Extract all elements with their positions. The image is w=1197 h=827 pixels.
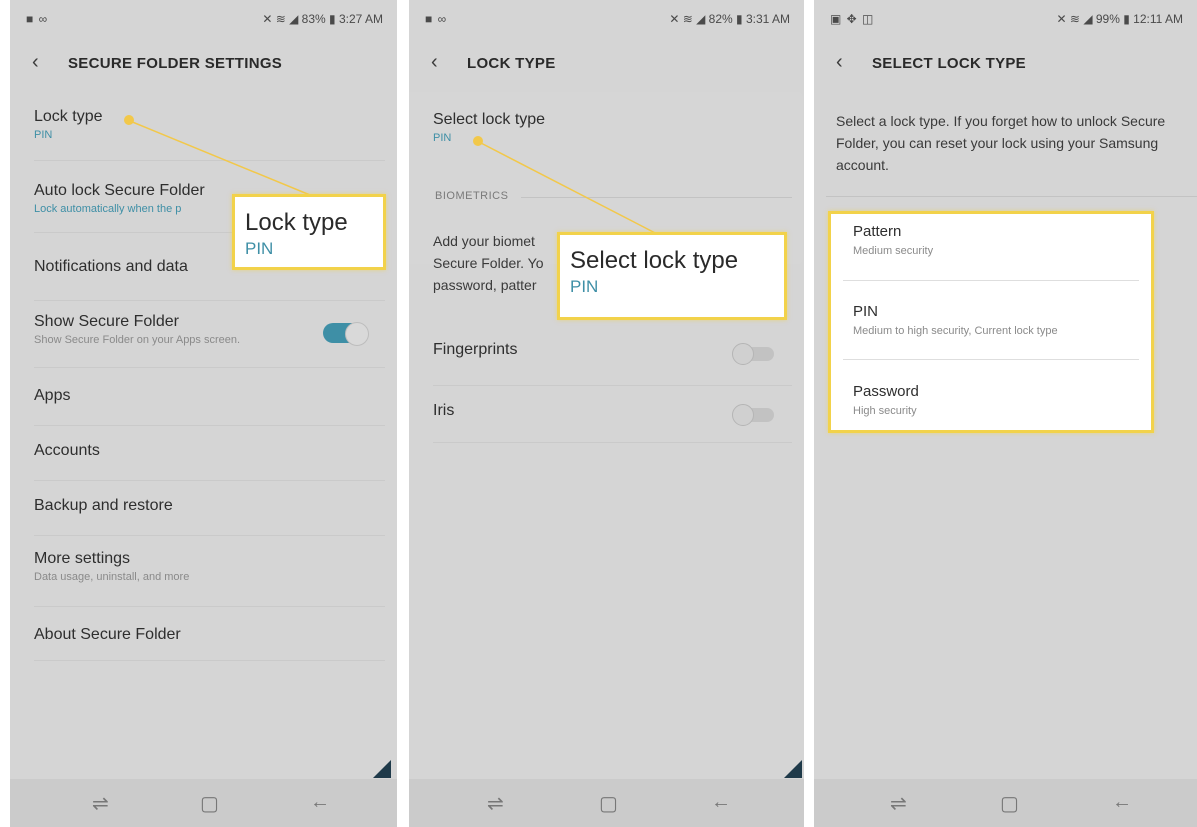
more-settings-sub: Data usage, uninstall, and more: [34, 571, 190, 583]
callout-value: PIN: [245, 239, 274, 258]
nav-bar: ⇌ ▢ ←: [409, 779, 804, 827]
home-icon[interactable]: ▢: [200, 791, 219, 816]
callout-title: Select lock type: [570, 247, 739, 274]
secure-folder-settings-screen: ■ ∞ ✕ ≋ ◢ 83% ▮ 3:27 AM ‹ SECURE FOLDER …: [10, 0, 397, 827]
status-notification-icons: ▣ ✥ ◫: [830, 12, 875, 26]
page-title: SELECT LOCK TYPE: [872, 55, 1026, 72]
more-settings-label: More settings: [34, 550, 131, 567]
highlight-dot: [124, 115, 134, 125]
option-password-sub: High security: [853, 405, 917, 417]
iris-item[interactable]: Iris: [433, 402, 792, 443]
corner-key-icon: [784, 760, 802, 778]
option-password[interactable]: Password High security: [853, 383, 1139, 417]
home-icon[interactable]: ▢: [1000, 791, 1019, 816]
app-bar: ‹ SELECT LOCK TYPE: [814, 44, 1197, 84]
select-lock-type-screen: ▣ ✥ ◫ ✕ ≋ ◢ 99% ▮ 12:11 AM ‹ SELECT LOCK…: [814, 0, 1197, 827]
show-secure-folder-toggle[interactable]: [323, 322, 369, 346]
lock-options-highlight: Pattern Medium security PIN Medium to hi…: [828, 211, 1154, 433]
backup-restore-item[interactable]: Backup and restore: [34, 497, 385, 536]
option-password-label: Password: [853, 383, 919, 400]
option-pin-label: PIN: [853, 303, 879, 320]
lock-type-description: Select a lock type. If you forget how to…: [836, 113, 1166, 173]
backup-restore-label: Backup and restore: [34, 497, 173, 514]
about-label: About Secure Folder: [34, 626, 181, 643]
lock-type-screen: ■ ∞ ✕ ≋ ◢ 82% ▮ 3:31 AM ‹ LOCK TYPE Sele…: [409, 0, 804, 827]
callout-value: PIN: [570, 277, 599, 296]
select-lock-type-callout: Select lock type PIN: [557, 232, 787, 320]
accounts-label: Accounts: [34, 442, 100, 459]
back-icon[interactable]: ‹: [836, 52, 843, 72]
highlight-dot: [473, 136, 483, 146]
recents-icon[interactable]: ⇌: [92, 791, 109, 816]
show-secure-folder-item[interactable]: Show Secure Folder Show Secure Folder on…: [34, 313, 385, 368]
option-pattern-sub: Medium security: [853, 245, 934, 257]
option-pin[interactable]: PIN Medium to high security, Current loc…: [853, 303, 1139, 337]
apps-label: Apps: [34, 387, 71, 404]
nav-bar: ⇌ ▢ ←: [10, 779, 397, 827]
about-item[interactable]: About Secure Folder: [34, 626, 385, 661]
option-pin-sub: Medium to high security, Current lock ty…: [853, 325, 1058, 337]
fingerprints-item[interactable]: Fingerprints: [433, 341, 792, 386]
description-divider: [826, 196, 1197, 197]
more-settings-item[interactable]: More settings Data usage, uninstall, and…: [34, 550, 385, 607]
lock-type-callout: Lock type PIN: [232, 194, 386, 270]
home-icon[interactable]: ▢: [599, 791, 618, 816]
nav-bar: ⇌ ▢ ←: [814, 779, 1197, 827]
nav-back-icon[interactable]: ←: [1112, 791, 1132, 814]
nav-back-icon[interactable]: ←: [711, 791, 731, 814]
callout-title: Lock type: [245, 209, 348, 236]
iris-toggle[interactable]: [732, 404, 774, 426]
accounts-item[interactable]: Accounts: [34, 442, 385, 481]
option-pattern[interactable]: Pattern Medium security: [853, 223, 1139, 257]
fingerprints-toggle[interactable]: [732, 343, 774, 365]
apps-item[interactable]: Apps: [34, 387, 385, 426]
corner-key-icon: [373, 760, 391, 778]
option-divider: [843, 359, 1139, 360]
recents-icon[interactable]: ⇌: [890, 791, 907, 816]
option-divider: [843, 280, 1139, 281]
status-system-info: ✕ ≋ ◢ 99% ▮ 12:11 AM: [1056, 12, 1183, 26]
recents-icon[interactable]: ⇌: [487, 791, 504, 816]
nav-back-icon[interactable]: ←: [310, 791, 330, 814]
option-pattern-label: Pattern: [853, 223, 902, 240]
status-bar: ▣ ✥ ◫ ✕ ≋ ◢ 99% ▮ 12:11 AM: [814, 8, 1197, 30]
